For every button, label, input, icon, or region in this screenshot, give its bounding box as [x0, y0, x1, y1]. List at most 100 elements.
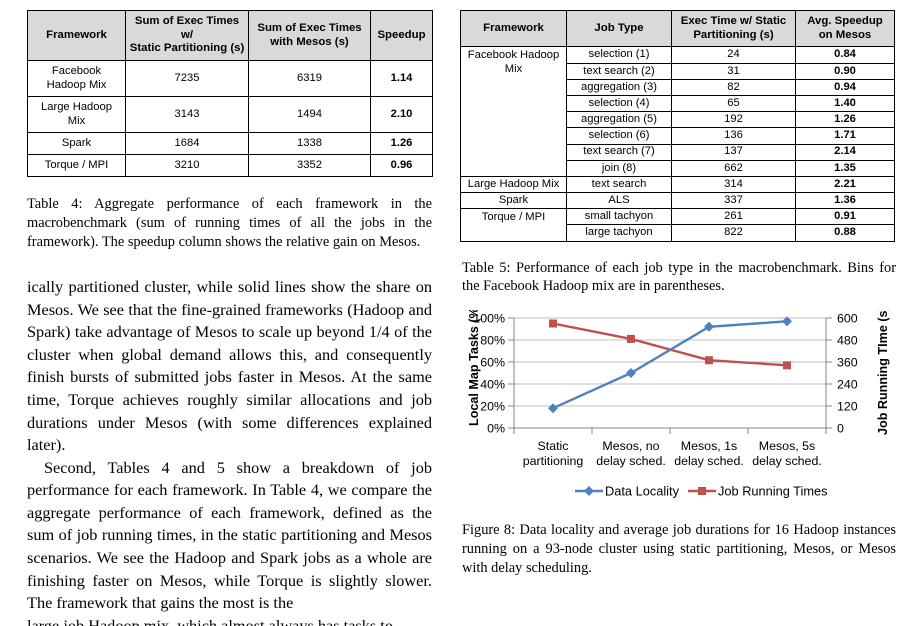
header-line: Sum of Exec Times [257, 21, 362, 34]
cell-speedup: 0.90 [795, 62, 895, 80]
header-line: Framework [483, 21, 544, 34]
table5-col-speedup: Avg. Speedup on Mesos [795, 9, 895, 48]
cell-exectime: 337 [671, 192, 796, 210]
cell-jobtype: selection (1) [566, 46, 672, 64]
tick-label: 60% [480, 356, 505, 370]
cell-framework: Facebook Hadoop Mix [27, 60, 126, 98]
cell-jobtype: selection (4) [566, 94, 672, 113]
left-column: Framework Sum of Exec Times w/ Static Pa… [0, 0, 433, 626]
column-gap [432, 0, 460, 570]
cell-framework: Facebook Hadoop Mix [460, 46, 567, 177]
tick-label: 80% [480, 334, 505, 348]
table-row: Large Hadoop Mix 3143 1494 2.10 [27, 96, 433, 134]
cell-speedup: 1.35 [795, 159, 895, 177]
header-line: Job Type [594, 21, 644, 34]
right-column: Framework Job Type Exec Time w/ Static P… [460, 0, 908, 576]
cell-static: 3210 [125, 154, 249, 178]
header-line: Partitioning (s) [693, 28, 774, 41]
table-row: Large Hadoop Mix text search 314 2.21 [460, 175, 895, 194]
cell-framework: Torque / MPI [460, 208, 567, 242]
cell-exectime: 24 [671, 46, 796, 64]
cell-mesos: 3352 [248, 154, 371, 178]
cell-speedup: 0.91 [795, 208, 895, 226]
header-line: Avg. Speedup [807, 15, 883, 27]
cell-static: 1684 [125, 132, 249, 156]
cell-framework: Spark [27, 132, 126, 156]
category-label: Mesos, 5s [759, 439, 815, 453]
table5-header-row: Framework Job Type Exec Time w/ Static P… [460, 9, 895, 48]
cell-speedup: 2.10 [370, 96, 433, 134]
cell-exectime: 137 [671, 143, 796, 161]
table4-header: Framework Sum of Exec Times w/ Static Pa… [27, 9, 433, 62]
table4-col-framework: Framework [27, 9, 126, 62]
data-point-marker [548, 403, 558, 414]
cell-mesos: 6319 [248, 60, 371, 98]
y-axis-right-ticks: 600 480 360 240 120 0 [837, 312, 858, 436]
cell-jobtype: aggregation (5) [566, 111, 672, 129]
tick-label: 600 [837, 312, 858, 326]
cell-speedup: 1.36 [795, 192, 895, 210]
tick-label: 20% [480, 400, 505, 414]
cell-framework: Torque / MPI [27, 154, 126, 178]
cell-speedup: 1.40 [795, 94, 895, 113]
cell-line: Hadoop Mix [46, 78, 107, 91]
cell-jobtype: text search (2) [566, 62, 672, 80]
chart-svg: 100% 80% 60% 40% 20% 0% 600 480 360 240 … [467, 310, 890, 499]
data-point-marker [626, 368, 636, 379]
data-point-marker [549, 319, 557, 328]
figure8-caption: Figure 8: Data locality and average job … [462, 522, 896, 576]
legend-marker-job-running-times [698, 487, 706, 496]
table5-caption: Table 5: Performance of each job type in… [462, 259, 896, 295]
tick-label: 120 [837, 400, 858, 414]
legend-label-job-running-times: Job Running Times [718, 484, 828, 499]
cell-jobtype: small tachyon [566, 208, 672, 226]
cell-jobtype: text search [566, 175, 672, 194]
chart-axes [508, 317, 832, 435]
cell-jobtype: ALS [566, 192, 672, 210]
y-axis-right-label: Job Running TIme (s) [876, 310, 890, 435]
paper-page: Framework Sum of Exec Times w/ Static Pa… [0, 0, 908, 626]
chart-legend: Data Locality Job Running Times [575, 484, 828, 499]
tick-label: 480 [837, 334, 858, 348]
cell-line: Mix [504, 62, 523, 75]
table4-col-static: Sum of Exec Times w/ Static Partitioning… [125, 9, 249, 62]
cell-exectime: 822 [671, 224, 796, 242]
legend-label-data-locality: Data Locality [605, 484, 680, 499]
body-paragraph-1: ically partitioned cluster, while solid … [27, 277, 432, 455]
category-label: Mesos, 1s [681, 439, 737, 453]
data-point-marker [705, 356, 713, 365]
category-label: delay sched. [596, 454, 666, 468]
table5-col-framework: Framework [460, 9, 567, 48]
cell-line: Mix [67, 114, 86, 127]
cell-exectime: 314 [671, 175, 796, 194]
cell-speedup: 0.94 [795, 78, 895, 96]
table5-header: Framework Job Type Exec Time w/ Static P… [460, 9, 895, 48]
cell-jobtype: large tachyon [566, 224, 672, 242]
cell-mesos: 1338 [248, 132, 371, 156]
cell-exectime: 31 [671, 62, 796, 80]
cell-exectime: 192 [671, 111, 796, 129]
data-point-marker [704, 321, 714, 332]
tick-label: 360 [837, 356, 858, 370]
table5-col-exectime: Exec Time w/ Static Partitioning (s) [671, 9, 796, 48]
table4-wrapper: Framework Sum of Exec Times w/ Static Pa… [27, 9, 433, 178]
cut-line-text: large job Hadoop mix, which almost alway… [27, 615, 393, 626]
cell-speedup: 1.26 [370, 132, 433, 156]
table4-header-row: Framework Sum of Exec Times w/ Static Pa… [27, 9, 433, 62]
tick-label: 40% [480, 378, 505, 392]
x-axis-categories: Static partitioning Mesos, no delay sche… [523, 439, 822, 468]
table4-col-speedup: Speedup [370, 9, 433, 62]
tick-label: 0% [487, 422, 505, 436]
header-line: on Mesos [818, 28, 872, 41]
cell-mesos: 1494 [248, 96, 371, 134]
header-line: Static Partitioning (s) [129, 42, 245, 55]
category-label: Static [538, 439, 569, 453]
table-row: Facebook Hadoop Mix 7235 6319 1.14 [27, 60, 433, 98]
cell-exectime: 136 [671, 127, 796, 145]
table5-wrapper: Framework Job Type Exec Time w/ Static P… [460, 9, 895, 242]
cell-speedup: 0.88 [795, 224, 895, 242]
header-line: with Mesos (s) [270, 35, 349, 48]
cell-static: 7235 [125, 60, 249, 98]
body-paragraph-2: Second, Tables 4 and 5 show a breakdown … [27, 457, 432, 613]
y-axis-left-label: Local Map Tasks (%) [467, 310, 481, 426]
